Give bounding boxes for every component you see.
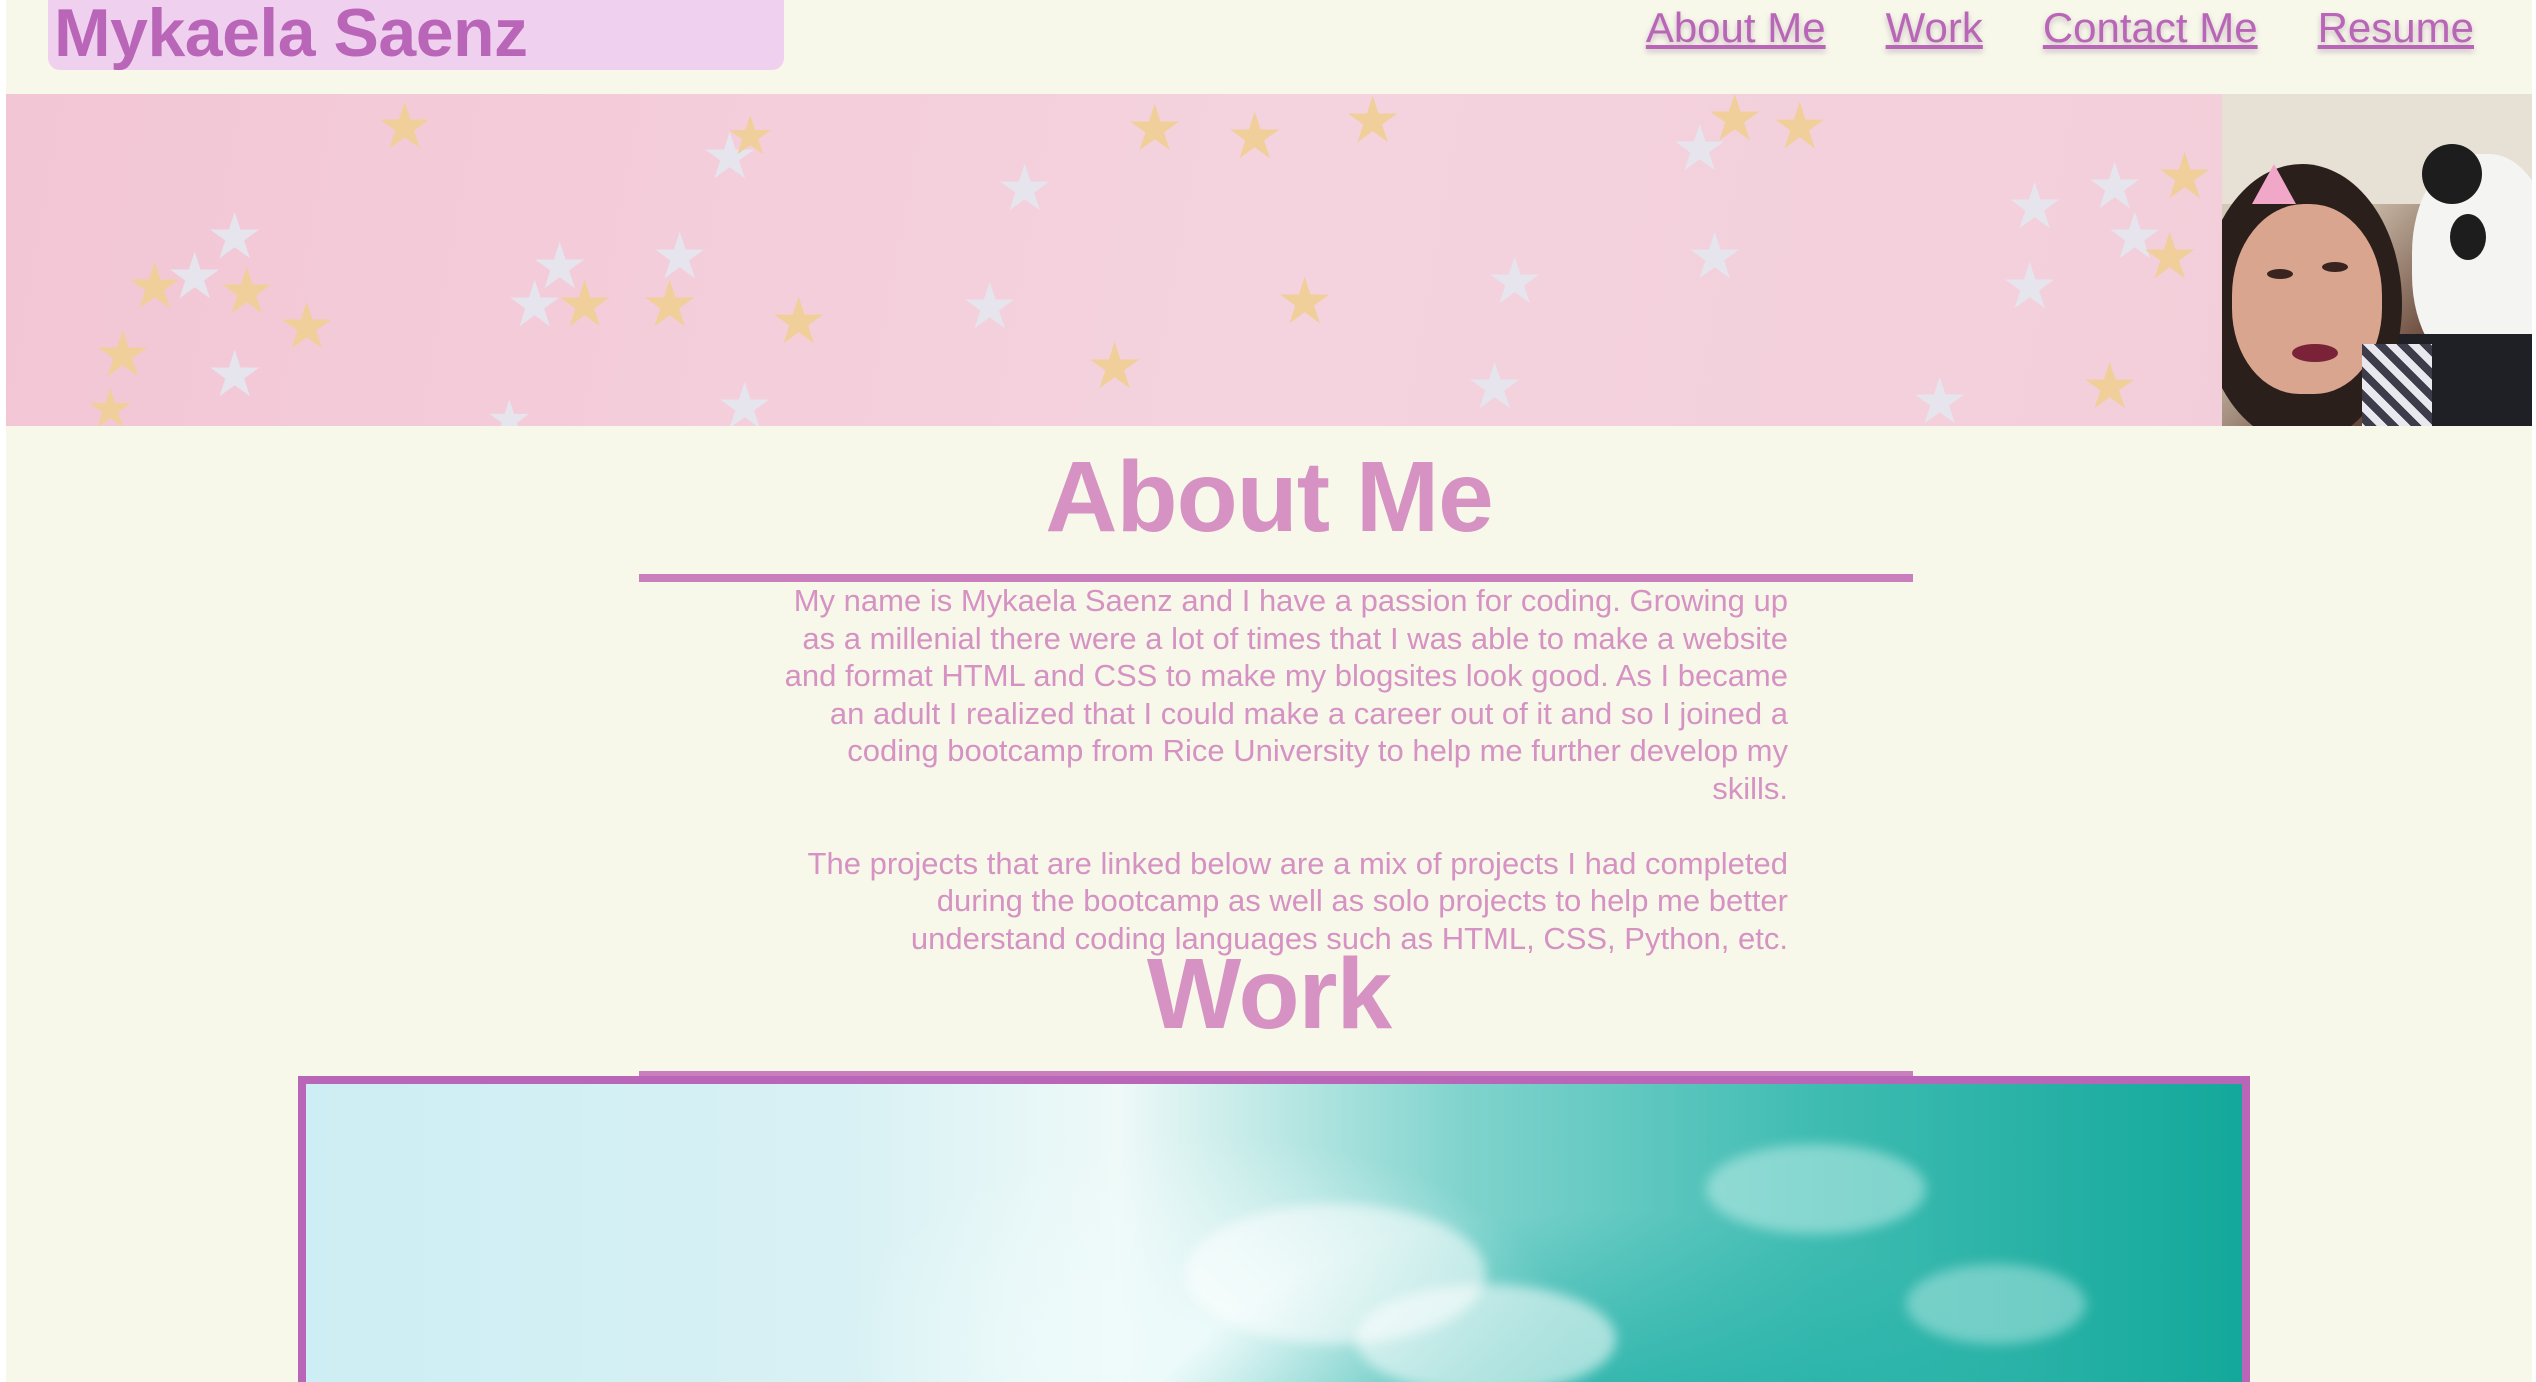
profile-photo: [2222, 94, 2532, 426]
star-decoration: ★: [641, 268, 699, 340]
star-decoration: ★: [716, 370, 774, 426]
about-text: My name is Mykaela Saenz and I have a pa…: [776, 582, 1788, 957]
nav-link-about-me[interactable]: About Me: [1646, 4, 1826, 52]
about-paragraph: My name is Mykaela Saenz and I have a pa…: [784, 583, 1788, 806]
star-decoration: ★: [1466, 350, 1524, 422]
star-decoration: ★: [486, 391, 533, 426]
about-divider: [639, 574, 1913, 582]
project-image: [306, 1084, 2242, 1382]
star-decoration: ★: [770, 285, 828, 357]
star-decoration: ★: [961, 270, 1019, 342]
page: Mykaela Saenz About Me Work Contact Me R…: [6, 0, 2532, 1382]
star-decoration: ★: [376, 94, 434, 162]
star-decoration: ★: [86, 379, 135, 426]
star-decoration: ★: [278, 290, 336, 362]
star-decoration: ★: [2156, 140, 2214, 212]
work-project-card[interactable]: [298, 1076, 2250, 1382]
brand-box: Mykaela Saenz: [48, 0, 784, 71]
brand-name: Mykaela Saenz: [54, 0, 528, 71]
star-decoration: ★: [218, 255, 276, 327]
site-header: Mykaela Saenz About Me Work Contact Me R…: [6, 0, 2532, 94]
star-decoration: ★: [1126, 94, 1184, 164]
star-decoration: ★: [1771, 94, 1829, 162]
nav-link-contact-me[interactable]: Contact Me: [2043, 4, 2258, 52]
star-decoration: ★: [1486, 245, 1544, 317]
star-decoration: ★: [1911, 365, 1969, 426]
hero-banner: ★ ★ ★ ★ ★ ★ ★ ★ ★ ★ ★ ★ ★ ★ ★ ★ ★ ★ ★ ★ …: [6, 94, 2532, 426]
star-decoration: ★: [2081, 350, 2139, 422]
nav-link-resume[interactable]: Resume: [2318, 4, 2474, 52]
about-heading: About Me: [1045, 441, 1493, 553]
star-decoration: ★: [556, 268, 614, 340]
star-decoration: ★: [2141, 220, 2199, 292]
star-decoration: ★: [506, 268, 564, 340]
star-decoration: ★: [1344, 94, 1402, 156]
star-decoration: ★: [2001, 250, 2059, 322]
star-decoration: ★: [2006, 170, 2064, 242]
main-nav: About Me Work Contact Me Resume: [1646, 4, 2474, 52]
star-decoration: ★: [1226, 100, 1284, 172]
star-decoration: ★: [726, 106, 775, 166]
star-decoration: ★: [1276, 265, 1334, 337]
star-decoration: ★: [206, 338, 264, 410]
work-heading: Work: [1146, 938, 1392, 1050]
star-decoration: ★: [996, 152, 1054, 224]
star-decoration: ★: [1686, 220, 1744, 292]
star-decoration: ★: [94, 318, 152, 390]
star-decoration: ★: [166, 240, 224, 312]
star-decoration: ★: [1706, 94, 1764, 154]
nav-link-work[interactable]: Work: [1886, 4, 1983, 52]
star-decoration: ★: [1086, 330, 1144, 402]
